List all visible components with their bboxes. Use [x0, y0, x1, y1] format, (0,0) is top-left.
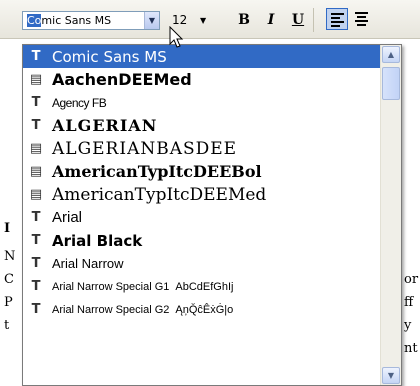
doc-text-fragment: t	[4, 318, 10, 333]
underline-button[interactable]: U	[287, 9, 309, 31]
font-item-label: ALGERIANBASDEE	[52, 138, 238, 159]
font-name-combobox[interactable]: Comic Sans MS ▼	[22, 11, 160, 30]
font-name-selected-text: Co	[27, 14, 42, 27]
truetype-font-icon: T	[31, 95, 41, 110]
font-item-arial-narrow[interactable]: T Arial Narrow	[23, 252, 381, 275]
font-dropdown-arrow-icon[interactable]: ▼	[144, 12, 159, 29]
align-center-icon	[355, 12, 368, 28]
truetype-font-icon: T	[31, 279, 41, 294]
font-name-value[interactable]: Comic Sans MS	[26, 14, 112, 28]
bold-button[interactable]: B	[233, 9, 255, 31]
font-item-algerian[interactable]: T ALGERIAN	[23, 114, 381, 137]
align-center-button[interactable]	[351, 8, 373, 30]
printer-font-icon: ▤	[29, 164, 43, 179]
doc-text-fragment: N	[4, 249, 16, 264]
font-item-label: Arial	[52, 209, 83, 226]
font-item-agency-fb[interactable]: T Agency FB	[23, 91, 381, 114]
truetype-font-icon: T	[31, 210, 41, 225]
font-item-arial-black[interactable]: T Arial Black	[23, 229, 381, 252]
font-item-aachendeemed[interactable]: ▤ AachenDEEMed	[23, 68, 381, 91]
truetype-font-icon: T	[31, 118, 41, 133]
doc-text-fragment: nt	[404, 341, 418, 356]
font-item-label: Comic Sans MS	[52, 47, 167, 66]
doc-text-fragment: ff	[404, 295, 414, 310]
printer-font-icon: ▤	[29, 141, 43, 156]
font-item-americantypitcdeebol[interactable]: ▤ AmericanTypItcDEEBol	[23, 160, 381, 183]
font-dropdown-list[interactable]: T Comic Sans MS ▤ AachenDEEMed T Agency …	[22, 44, 402, 386]
font-list: T Comic Sans MS ▤ AachenDEEMed T Agency …	[23, 45, 381, 321]
font-item-preview: AbCdEfGhIj	[175, 280, 234, 293]
truetype-font-icon: T	[31, 49, 41, 64]
font-item-label: Arial Black	[52, 231, 143, 250]
font-name-rest-text: mic Sans MS	[41, 14, 112, 27]
font-size-dropdown-arrow-icon[interactable]: ▼	[200, 11, 206, 30]
font-item-label: Arial Narrow Special G1	[52, 280, 170, 293]
font-item-label: AmericanTypItcDEEBol	[52, 162, 262, 181]
font-item-comic-sans-ms[interactable]: T Comic Sans MS	[23, 45, 381, 68]
scroll-down-arrow-icon[interactable]: ▼	[382, 367, 400, 384]
font-item-algerianbasdee[interactable]: ▤ ALGERIANBASDEE	[23, 137, 381, 160]
scroll-up-arrow-icon[interactable]: ▲	[382, 46, 400, 63]
truetype-font-icon: T	[31, 302, 41, 317]
font-item-arial[interactable]: T Arial	[23, 206, 381, 229]
font-item-label: ALGERIAN	[52, 116, 158, 135]
font-item-label: AmericanTypItcDEEMed	[52, 184, 267, 205]
align-left-icon	[331, 13, 344, 29]
font-item-label: AachenDEEMed	[52, 70, 192, 89]
font-item-label: Agency FB	[52, 95, 107, 110]
toolbar-separator	[313, 8, 314, 32]
font-item-label: Arial Narrow	[52, 256, 124, 271]
truetype-font-icon: T	[31, 233, 41, 248]
doc-text-fragment: P	[4, 295, 13, 310]
formatting-toolbar: Comic Sans MS ▼ 12 ▼ B I U	[0, 0, 420, 39]
italic-button[interactable]: I	[260, 9, 282, 31]
doc-text-fragment: C	[4, 272, 14, 287]
printer-font-icon: ▤	[29, 187, 43, 202]
font-list-scrollbar[interactable]: ▲ ▼	[380, 45, 401, 385]
truetype-font-icon: T	[31, 256, 41, 271]
font-item-americantypitcdeemed[interactable]: ▤ AmericanTypItcDEEMed	[23, 183, 381, 206]
doc-text-fragment: or	[404, 272, 419, 287]
mouse-pointer-icon	[169, 26, 184, 48]
align-left-button[interactable]	[326, 8, 348, 30]
font-item-label: Arial Narrow Special G2	[52, 303, 170, 316]
printer-font-icon: ▤	[29, 72, 43, 87]
font-item-arial-narrow-special-g2[interactable]: T Arial Narrow Special G2 ĄņQ̆ĉÊẋĠ|o	[23, 298, 381, 321]
font-item-arial-narrow-special-g1[interactable]: T Arial Narrow Special G1 AbCdEfGhIj	[23, 275, 381, 298]
doc-text-fragment: I	[4, 221, 11, 236]
scrollbar-thumb[interactable]	[382, 67, 400, 100]
font-item-preview: ĄņQ̆ĉÊẋĠ|o	[175, 303, 234, 316]
doc-text-fragment: y	[404, 318, 412, 333]
